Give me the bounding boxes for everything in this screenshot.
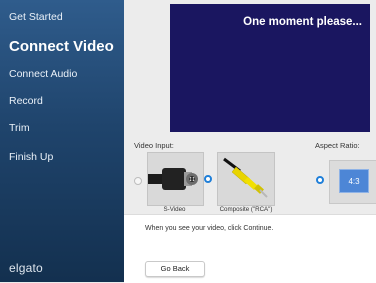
- aspect-ratio-value: 4:3: [339, 169, 369, 193]
- composite-caption: Composite ("RCA"): [219, 206, 273, 213]
- composite-radio[interactable]: [204, 175, 212, 183]
- svideo-tile[interactable]: [147, 152, 204, 206]
- sidebar: Get Started Connect Video Connect Audio …: [0, 0, 124, 282]
- aspect-ratio-label: Aspect Ratio:: [315, 141, 360, 150]
- main-panel: One moment please... Video Input: Aspect…: [124, 0, 376, 283]
- svideo-caption: S-Video: [163, 206, 186, 213]
- brand-logo: elgato: [9, 261, 43, 275]
- aspect-ratio-radio[interactable]: [316, 176, 324, 184]
- video-input-label: Video Input:: [134, 141, 174, 150]
- go-back-button[interactable]: Go Back: [145, 261, 205, 277]
- sidebar-item-record[interactable]: Record: [9, 95, 43, 107]
- rca-connector-icon: [223, 157, 268, 198]
- instruction-panel: When you see your video, click Continue.…: [124, 214, 376, 283]
- composite-tile[interactable]: [217, 152, 275, 206]
- instruction-text: When you see your video, click Continue.: [145, 225, 274, 232]
- aspect-ratio-tile[interactable]: 4:3: [329, 160, 376, 204]
- preview-status-text: One moment please...: [243, 16, 362, 28]
- sidebar-item-connect-audio[interactable]: Connect Audio: [9, 68, 77, 80]
- svideo-connector-icon: [148, 168, 198, 190]
- sidebar-item-trim[interactable]: Trim: [9, 122, 30, 134]
- video-preview: One moment please...: [170, 4, 370, 132]
- svideo-radio[interactable]: [134, 177, 142, 185]
- sidebar-item-connect-video[interactable]: Connect Video: [9, 38, 114, 55]
- sidebar-item-finish-up[interactable]: Finish Up: [9, 151, 53, 163]
- sidebar-item-get-started[interactable]: Get Started: [9, 11, 63, 23]
